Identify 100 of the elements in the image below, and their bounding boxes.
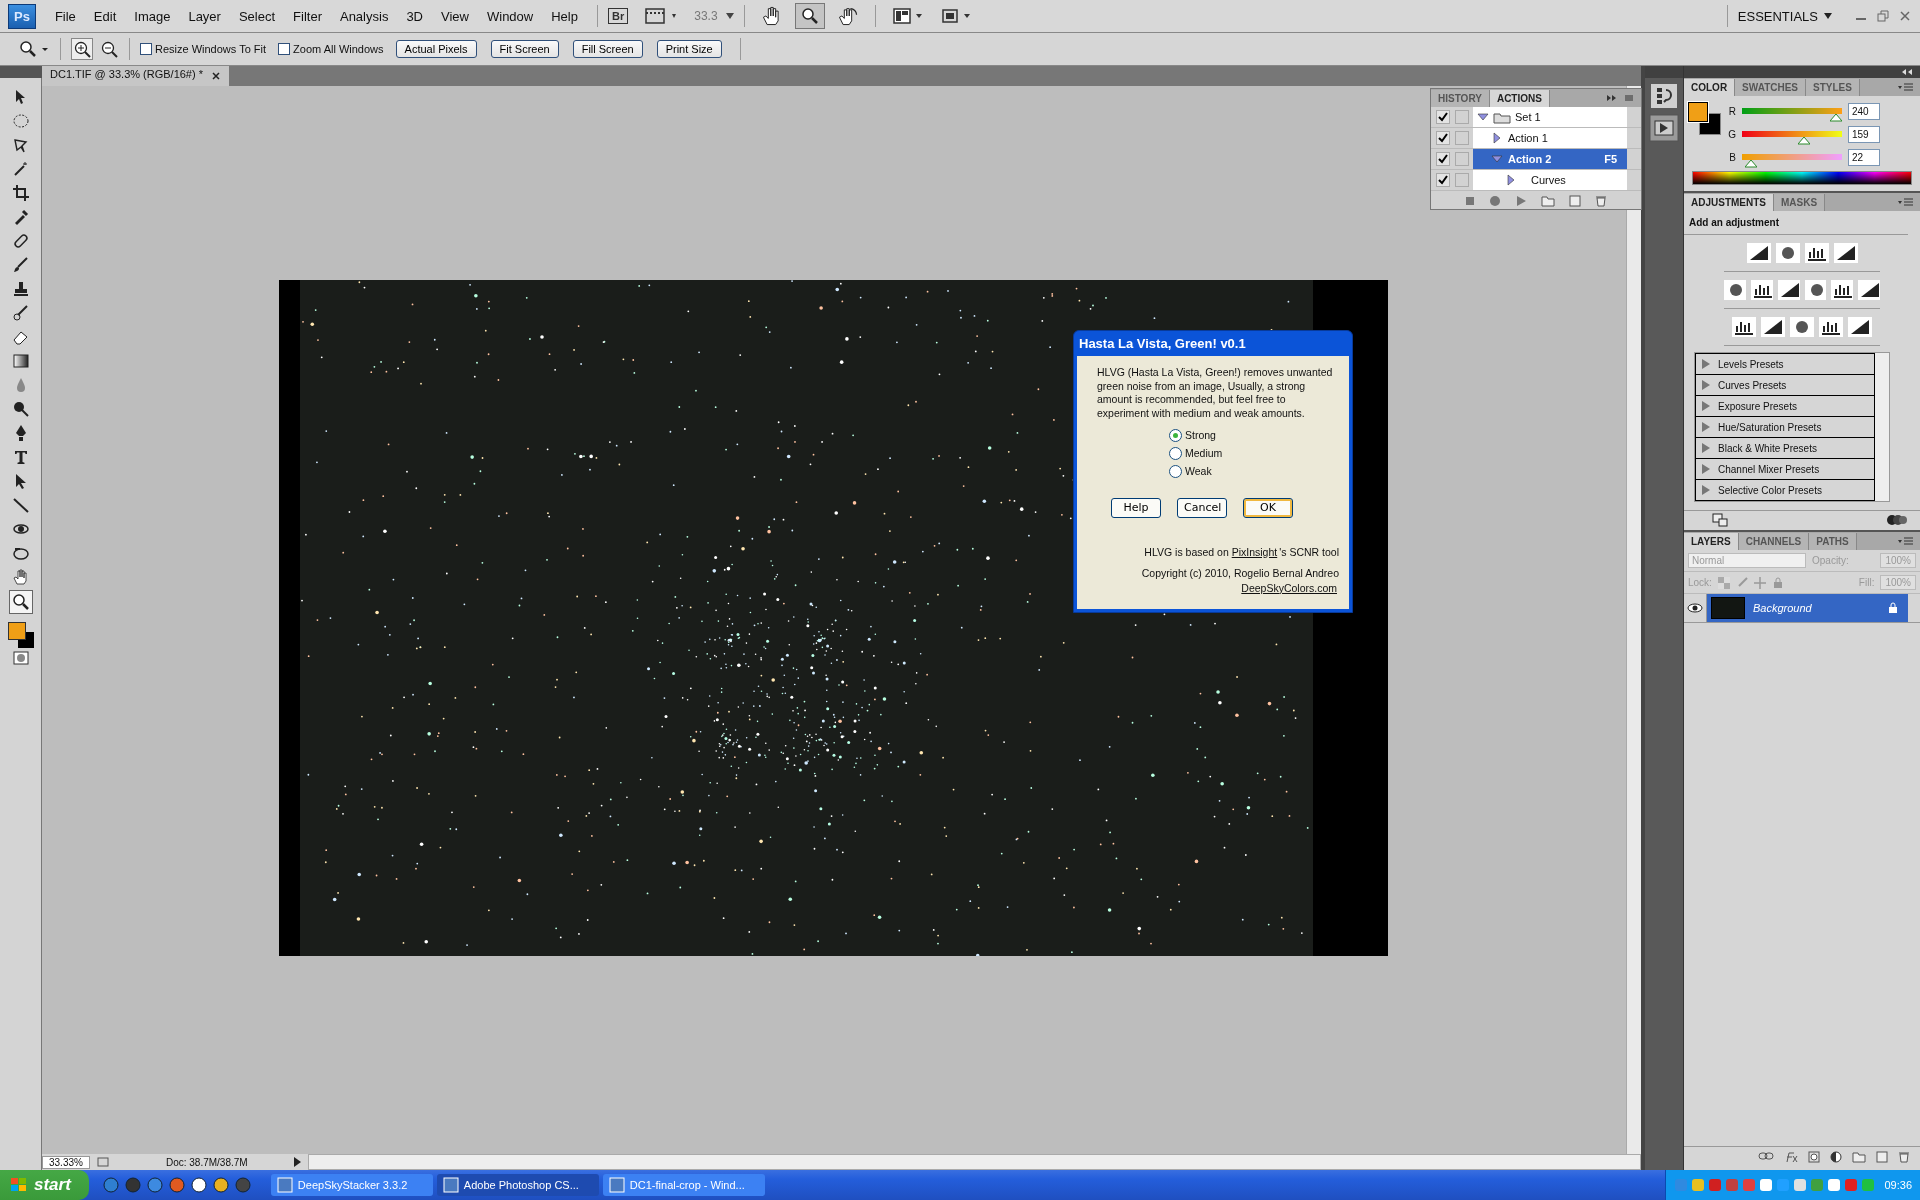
- preset-item[interactable]: Hue/Saturation Presets: [1696, 417, 1874, 438]
- action-item[interactable]: Curves: [1473, 170, 1627, 190]
- option-button[interactable]: Fit Screen: [490, 40, 559, 58]
- tray-icon[interactable]: [1827, 1178, 1842, 1192]
- triangle-icon[interactable]: [1491, 153, 1503, 165]
- color-swatches[interactable]: [7, 622, 34, 648]
- website-link[interactable]: DeepSkyColors.com: [1241, 581, 1337, 594]
- actions-panel-icon[interactable]: [1649, 114, 1679, 142]
- zoom-out-icon[interactable]: [99, 39, 119, 59]
- workspace-switcher[interactable]: ESSENTIALS: [1737, 8, 1818, 24]
- record-icon[interactable]: [1489, 195, 1501, 207]
- play-icon[interactable]: [1515, 195, 1527, 207]
- quick-mask-icon[interactable]: [11, 650, 30, 666]
- menu-item[interactable]: Help: [542, 8, 587, 24]
- channel-value-field[interactable]: 159: [1848, 126, 1880, 143]
- zoom-icon[interactable]: [794, 3, 825, 29]
- channel-value-field[interactable]: 22: [1848, 149, 1880, 166]
- folder-icon[interactable]: [1541, 195, 1555, 207]
- panel-tab[interactable]: SWATCHES: [1735, 78, 1807, 96]
- history-panel-icon[interactable]: [1651, 84, 1677, 108]
- panel-tab[interactable]: ADJUSTMENTS: [1684, 193, 1774, 211]
- triangle-icon[interactable]: [1477, 111, 1489, 123]
- preset-item[interactable]: Levels Presets: [1696, 354, 1874, 375]
- checkbox[interactable]: [1436, 152, 1450, 166]
- checkbox[interactable]: [278, 43, 291, 55]
- play-arrow-icon[interactable]: [291, 1156, 302, 1168]
- color-spectrum-bar[interactable]: [1692, 171, 1912, 185]
- menu-item[interactable]: View: [432, 8, 478, 24]
- panel-tab[interactable]: MASKS: [1774, 193, 1826, 211]
- panel-menu-icon[interactable]: [1898, 82, 1914, 92]
- toggle-box[interactable]: [1455, 131, 1469, 145]
- scrollbar[interactable]: [1875, 353, 1889, 501]
- preset-item[interactable]: Black & White Presets: [1696, 438, 1874, 459]
- link[interactable]: PixInsight: [1231, 545, 1278, 558]
- dialog-button[interactable]: Cancel: [1177, 497, 1227, 518]
- radio-button[interactable]: [1169, 464, 1182, 478]
- quick-launch-icon[interactable]: [190, 1177, 207, 1193]
- slider-thumb[interactable]: [1745, 159, 1757, 168]
- panel-menu-icon[interactable]: [1605, 93, 1635, 103]
- folder-icon[interactable]: [1852, 1151, 1866, 1163]
- checkbox[interactable]: [1436, 110, 1450, 124]
- menu-item[interactable]: File: [45, 8, 85, 24]
- preset-item[interactable]: Channel Mixer Presets: [1696, 459, 1874, 480]
- zoom-field[interactable]: 33.33%: [42, 1155, 90, 1169]
- bridge-button[interactable]: Br: [607, 8, 629, 24]
- document-tab[interactable]: DC1.TIF @ 33.3% (RGB/16#) *: [42, 66, 209, 86]
- panel-menu-icon[interactable]: [1898, 197, 1914, 207]
- option-button[interactable]: Print Size: [656, 40, 722, 58]
- option-button[interactable]: Fill Screen: [572, 40, 643, 58]
- tray-icon[interactable]: [1759, 1178, 1774, 1192]
- quick-launch-icon[interactable]: [212, 1177, 229, 1193]
- action-item[interactable]: Action 2 F5: [1473, 149, 1627, 169]
- panel-tab[interactable]: LAYERS: [1684, 532, 1739, 550]
- caret-icon[interactable]: [725, 13, 734, 19]
- new-item-icon[interactable]: [1569, 195, 1581, 207]
- checkbox[interactable]: [1436, 173, 1450, 187]
- circles-icon[interactable]: [1886, 513, 1908, 527]
- menu-item[interactable]: Window: [477, 8, 543, 24]
- horizontal-scrollbar[interactable]: [307, 1154, 1641, 1170]
- dialog-button[interactable]: OK: [1243, 497, 1293, 518]
- preset-item[interactable]: Curves Presets: [1696, 375, 1874, 396]
- checkbox[interactable]: [1436, 131, 1450, 145]
- close-icon[interactable]: [209, 66, 229, 86]
- slider-thumb[interactable]: [1798, 136, 1810, 145]
- slider-thumb[interactable]: [1830, 113, 1842, 122]
- trash-icon[interactable]: [1898, 1151, 1910, 1163]
- radio-button[interactable]: [1169, 446, 1182, 460]
- menu-item[interactable]: Filter: [284, 8, 331, 24]
- channel-value-field[interactable]: 240: [1848, 103, 1880, 120]
- option-button[interactable]: Actual Pixels: [395, 40, 477, 58]
- menu-item[interactable]: Select: [229, 8, 285, 24]
- action-item[interactable]: Set 1: [1473, 107, 1627, 127]
- taskbar-button[interactable]: Adobe Photoshop CS...: [436, 1174, 599, 1196]
- panel-tab[interactable]: ACTIONS: [1489, 89, 1550, 107]
- radio-button[interactable]: [1169, 428, 1182, 442]
- dialog-button[interactable]: Help: [1111, 497, 1161, 518]
- link-icon[interactable]: [1758, 1151, 1774, 1161]
- toggle-box[interactable]: [1455, 152, 1469, 166]
- panel-menu-icon[interactable]: [1898, 536, 1914, 546]
- checkbox[interactable]: [140, 43, 152, 55]
- preset-item[interactable]: Exposure Presets: [1696, 396, 1874, 417]
- menu-item[interactable]: Layer: [179, 8, 230, 24]
- action-item[interactable]: Action 1: [1473, 128, 1627, 148]
- triangle-icon[interactable]: [1505, 174, 1517, 186]
- taskbar-button[interactable]: DeepSkyStacker 3.3.2: [270, 1174, 433, 1196]
- zoom-in-icon[interactable]: [71, 38, 93, 60]
- zoom-icon[interactable]: [8, 590, 33, 614]
- color-slider[interactable]: [1742, 153, 1842, 168]
- taskbar-button[interactable]: DC1-final-crop - Wind...: [602, 1174, 765, 1196]
- triangle-icon[interactable]: [1491, 132, 1503, 144]
- mask-icon[interactable]: [1808, 1151, 1820, 1163]
- checkerboard-icon[interactable]: [1717, 576, 1730, 589]
- panel-tab[interactable]: STYLES: [1806, 78, 1860, 96]
- expand-view-icon[interactable]: [1712, 513, 1728, 527]
- stop-icon[interactable]: [1465, 196, 1475, 206]
- menu-item[interactable]: Image: [125, 8, 180, 24]
- panel-tab[interactable]: CHANNELS: [1738, 532, 1810, 550]
- menu-item[interactable]: Edit: [84, 8, 126, 24]
- close-icon[interactable]: [1898, 9, 1912, 23]
- menu-item[interactable]: Analysis: [330, 8, 398, 24]
